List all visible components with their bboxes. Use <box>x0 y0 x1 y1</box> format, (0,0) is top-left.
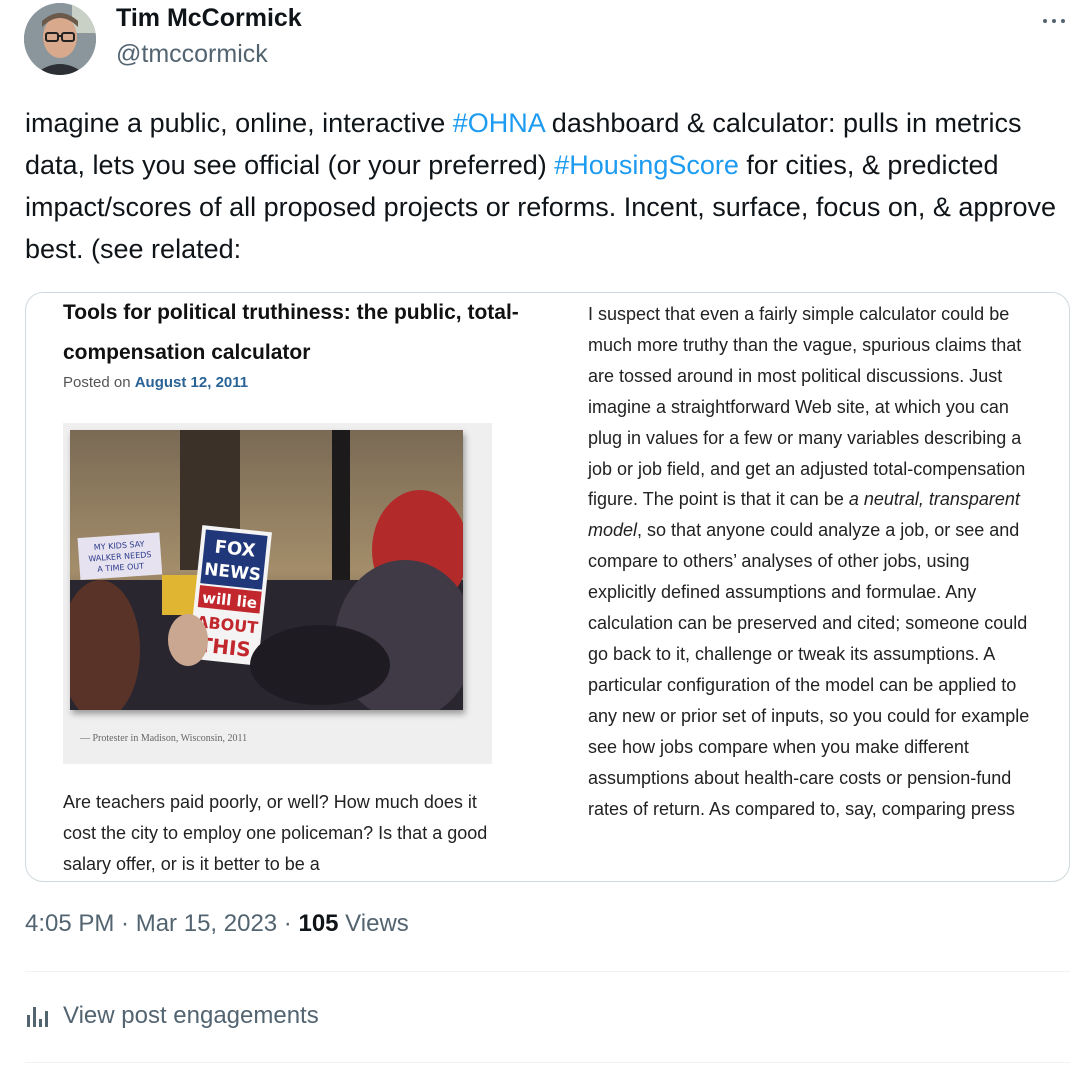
avatar-photo <box>24 3 96 75</box>
article-posted-line: Posted on August 12, 2011 <box>63 374 248 391</box>
attached-image[interactable]: Tools for political truthiness: the publ… <box>25 292 1070 882</box>
engagements-label: View post engagements <box>63 1002 319 1029</box>
protest-photo-illustration: MY KIDS SAY WALKER NEEDS A TIME OUT FOX … <box>70 430 463 710</box>
article-photo-frame: MY KIDS SAY WALKER NEEDS A TIME OUT FOX … <box>63 423 492 764</box>
divider <box>25 971 1070 972</box>
tweet-date[interactable]: Mar 15, 2023 <box>136 910 277 937</box>
author-handle[interactable]: @tmccormick <box>116 40 268 69</box>
photo-caption: — Protester in Madison, Wisconsin, 2011 <box>80 733 248 744</box>
posted-date: August 12, 2011 <box>134 374 249 391</box>
hashtag-ohna-link[interactable]: #OHNA <box>453 108 545 138</box>
tweet-time[interactable]: 4:05 PM <box>25 910 114 937</box>
article-right-paragraph: I suspect that even a fairly simple calc… <box>588 299 1033 824</box>
more-horizontal-icon <box>1041 10 1068 28</box>
views-count: 105 <box>298 910 339 937</box>
article-text: I suspect that even a fairly simple calc… <box>588 304 1026 510</box>
divider <box>25 1062 1070 1063</box>
more-options-button[interactable] <box>1036 6 1072 32</box>
protest-photo: MY KIDS SAY WALKER NEEDS A TIME OUT FOX … <box>70 430 463 710</box>
svg-text:FOX: FOX <box>214 537 257 562</box>
article-title: Tools for political truthiness: the publ… <box>63 301 519 364</box>
author-name[interactable]: Tim McCormick <box>116 4 302 33</box>
tweet-text: imagine a public, online, interactive #O… <box>25 102 1070 270</box>
analytics-bars-icon <box>27 1005 51 1027</box>
avatar[interactable] <box>24 3 96 75</box>
article-text: , so that anyone could analyze a job, or… <box>588 520 1030 819</box>
meta-separator: · <box>114 910 136 937</box>
posted-prefix: Posted on <box>63 374 135 391</box>
tweet-meta: 4:05 PM · Mar 15, 2023 · 105 Views <box>25 910 409 938</box>
views-label: Views <box>338 910 409 937</box>
article-left-paragraph: Are teachers paid poorly, or well? How m… <box>63 792 488 874</box>
meta-separator: · <box>277 910 299 937</box>
hashtag-housingscore-link[interactable]: #HousingScore <box>554 150 739 180</box>
view-engagements-button[interactable]: View post engagements <box>27 1002 319 1030</box>
tweet-text-part: imagine a public, online, interactive <box>25 108 453 138</box>
